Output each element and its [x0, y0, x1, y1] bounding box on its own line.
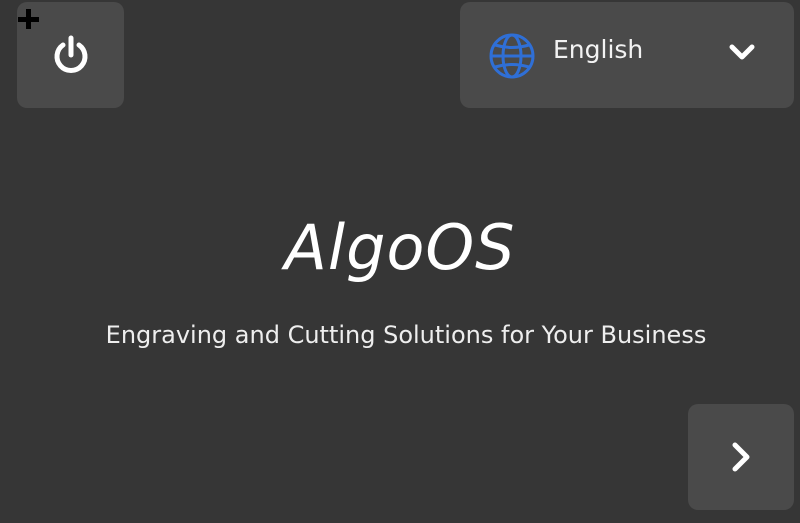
- language-select[interactable]: English: [460, 2, 794, 108]
- chevron-down-icon: [729, 44, 755, 60]
- welcome-screen: English AlgoOS Engraving and Cutting Sol…: [0, 0, 800, 523]
- next-button[interactable]: [688, 404, 794, 510]
- language-selected-value: English: [553, 35, 644, 64]
- crosshair-cursor-icon: [18, 9, 39, 29]
- power-icon: [54, 35, 87, 73]
- app-logo: AlgoOS: [284, 211, 516, 284]
- chevron-right-icon: [732, 442, 750, 472]
- tagline: Engraving and Cutting Solutions for Your…: [105, 321, 707, 349]
- globe-icon: [489, 33, 535, 79]
